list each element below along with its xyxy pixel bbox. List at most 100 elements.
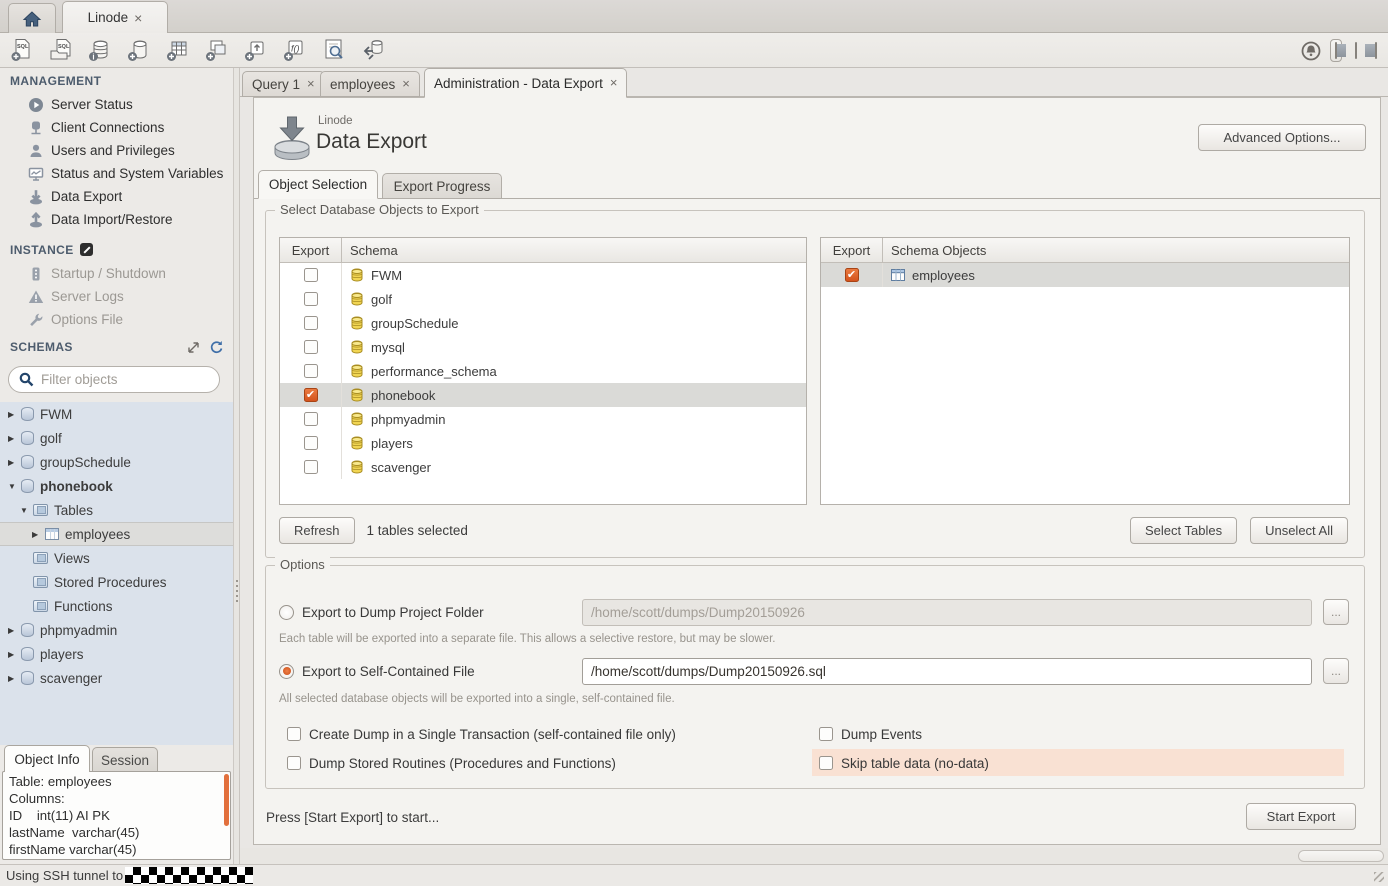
close-icon[interactable]: × <box>402 79 410 89</box>
create-table-icon[interactable] <box>164 36 192 64</box>
expand-arrow-icon[interactable] <box>8 410 21 419</box>
self-contained-browse-button[interactable]: ... <box>1323 658 1349 684</box>
expand-arrow-icon[interactable] <box>8 626 21 635</box>
toggle-sidebar-button[interactable] <box>1330 39 1342 62</box>
schema-filter[interactable] <box>8 366 220 393</box>
export-checkbox[interactable] <box>304 388 318 402</box>
schema-object-row[interactable]: employees <box>821 263 1349 287</box>
export-checkbox[interactable] <box>304 292 318 306</box>
sidebar-item-status-system-variables[interactable]: Status and System Variables <box>0 162 233 185</box>
tab-session[interactable]: Session <box>92 747 158 772</box>
dump-folder-path-input[interactable] <box>582 599 1312 626</box>
inspect-database-icon[interactable]: i <box>86 36 114 64</box>
sidebar-item-server-status[interactable]: Server Status <box>0 93 233 116</box>
tab-query-1[interactable]: Query 1× <box>242 71 325 97</box>
home-tab[interactable] <box>8 3 56 33</box>
expand-arrow-icon[interactable] <box>8 482 21 491</box>
sidebar-item-data-export[interactable]: Data Export <box>0 185 233 208</box>
scrollbar-thumb[interactable] <box>1298 850 1384 862</box>
toggle-output-button[interactable] <box>1350 39 1362 62</box>
schema-tree-item[interactable]: phonebook <box>0 474 233 498</box>
reconnect-database-icon[interactable] <box>359 36 387 64</box>
single-transaction-checkbox[interactable] <box>287 727 301 741</box>
notifier-icon[interactable] <box>1300 40 1322 62</box>
export-checkbox[interactable] <box>304 316 318 330</box>
export-checkbox[interactable] <box>304 460 318 474</box>
close-icon[interactable]: × <box>610 78 618 88</box>
create-procedure-icon[interactable] <box>242 36 270 64</box>
dump-folder-radio[interactable] <box>279 605 294 620</box>
sidebar-item-users-privileges[interactable]: Users and Privileges <box>0 139 233 162</box>
resize-grip-icon[interactable] <box>1374 872 1384 882</box>
dump-folder-browse-button[interactable]: ... <box>1323 599 1349 625</box>
schema-tree-item[interactable]: groupSchedule <box>0 450 233 474</box>
schema-row[interactable]: scavenger <box>280 455 806 479</box>
schema-tree-item[interactable]: scavenger <box>0 666 233 690</box>
expand-arrow-icon[interactable] <box>32 530 45 539</box>
sidebar-item-client-connections[interactable]: Client Connections <box>0 116 233 139</box>
tab-object-selection[interactable]: Object Selection <box>258 170 378 199</box>
schema-tree-item[interactable]: players <box>0 642 233 666</box>
stored-routines-checkbox[interactable] <box>287 756 301 770</box>
dump-events-checkbox[interactable] <box>819 727 833 741</box>
tab-object-info[interactable]: Object Info <box>4 745 90 772</box>
sidebar-item-server-logs[interactable]: Server Logs <box>0 285 233 308</box>
start-export-button[interactable]: Start Export <box>1246 803 1356 830</box>
expand-arrow-icon[interactable] <box>8 650 21 659</box>
tab-employees[interactable]: employees× <box>320 71 420 97</box>
schema-tree-item[interactable]: Views <box>0 546 233 570</box>
export-checkbox[interactable] <box>304 364 318 378</box>
schema-tree-item[interactable]: FWM <box>0 402 233 426</box>
schema-tree-item[interactable]: Functions <box>0 594 233 618</box>
close-icon[interactable]: × <box>307 79 315 89</box>
export-checkbox[interactable] <box>304 412 318 426</box>
sidebar-item-startup-shutdown[interactable]: Startup / Shutdown <box>0 262 233 285</box>
schema-tree-item[interactable]: Stored Procedures <box>0 570 233 594</box>
schema-tree-item[interactable]: phpmyadmin <box>0 618 233 642</box>
advanced-options-button[interactable]: Advanced Options... <box>1198 124 1366 151</box>
schema-row[interactable]: performance_schema <box>280 359 806 383</box>
schema-row[interactable]: players <box>280 431 806 455</box>
schema-filter-input[interactable] <box>41 372 191 387</box>
refresh-button[interactable]: Refresh <box>279 517 355 544</box>
schema-row[interactable]: FWM <box>280 263 806 287</box>
schema-tree-item[interactable]: golf <box>0 426 233 450</box>
schema-row[interactable]: phpmyadmin <box>280 407 806 431</box>
sidebar-item-data-import[interactable]: Data Import/Restore <box>0 208 233 231</box>
schema-row[interactable]: mysql <box>280 335 806 359</box>
export-checkbox[interactable] <box>304 340 318 354</box>
expand-arrow-icon[interactable] <box>20 506 33 515</box>
search-table-data-icon[interactable] <box>320 36 348 64</box>
sidebar-item-options-file[interactable]: Options File <box>0 308 233 331</box>
tab-administration-data-export[interactable]: Administration - Data Export× <box>424 68 627 98</box>
self-contained-radio[interactable] <box>279 664 294 679</box>
toggle-secondary-sidebar-button[interactable] <box>1370 39 1382 62</box>
schema-tree-item[interactable]: Tables <box>0 498 233 522</box>
export-checkbox[interactable] <box>304 436 318 450</box>
skip-table-data-checkbox[interactable] <box>819 756 833 770</box>
connection-tab[interactable]: Linode × <box>62 1 168 33</box>
expand-schemas-icon[interactable] <box>187 341 200 354</box>
export-checkbox[interactable] <box>304 268 318 282</box>
schema-row[interactable]: golf <box>280 287 806 311</box>
refresh-schemas-icon[interactable] <box>209 340 223 354</box>
self-contained-path-input[interactable] <box>582 658 1312 685</box>
select-tables-button[interactable]: Select Tables <box>1130 517 1237 544</box>
tab-export-progress[interactable]: Export Progress <box>382 173 502 199</box>
expand-arrow-icon[interactable] <box>8 674 21 683</box>
create-view-icon[interactable] <box>203 36 231 64</box>
horizontal-scrollbar[interactable] <box>240 848 1388 864</box>
schema-row[interactable]: phonebook <box>280 383 806 407</box>
create-schema-icon[interactable] <box>125 36 153 64</box>
expand-arrow-icon[interactable] <box>8 458 21 467</box>
export-checkbox[interactable] <box>845 268 859 282</box>
create-function-icon[interactable]: f() <box>281 36 309 64</box>
schema-row[interactable]: groupSchedule <box>280 311 806 335</box>
schema-tree-item[interactable]: employees <box>0 522 233 546</box>
open-sql-script-icon[interactable]: SQL <box>47 36 75 64</box>
object-info-scrollbar[interactable] <box>224 774 229 826</box>
expand-arrow-icon[interactable] <box>8 434 21 443</box>
new-query-tab-icon[interactable]: SQL <box>8 36 36 64</box>
close-icon[interactable]: × <box>134 13 142 23</box>
unselect-all-button[interactable]: Unselect All <box>1250 517 1348 544</box>
